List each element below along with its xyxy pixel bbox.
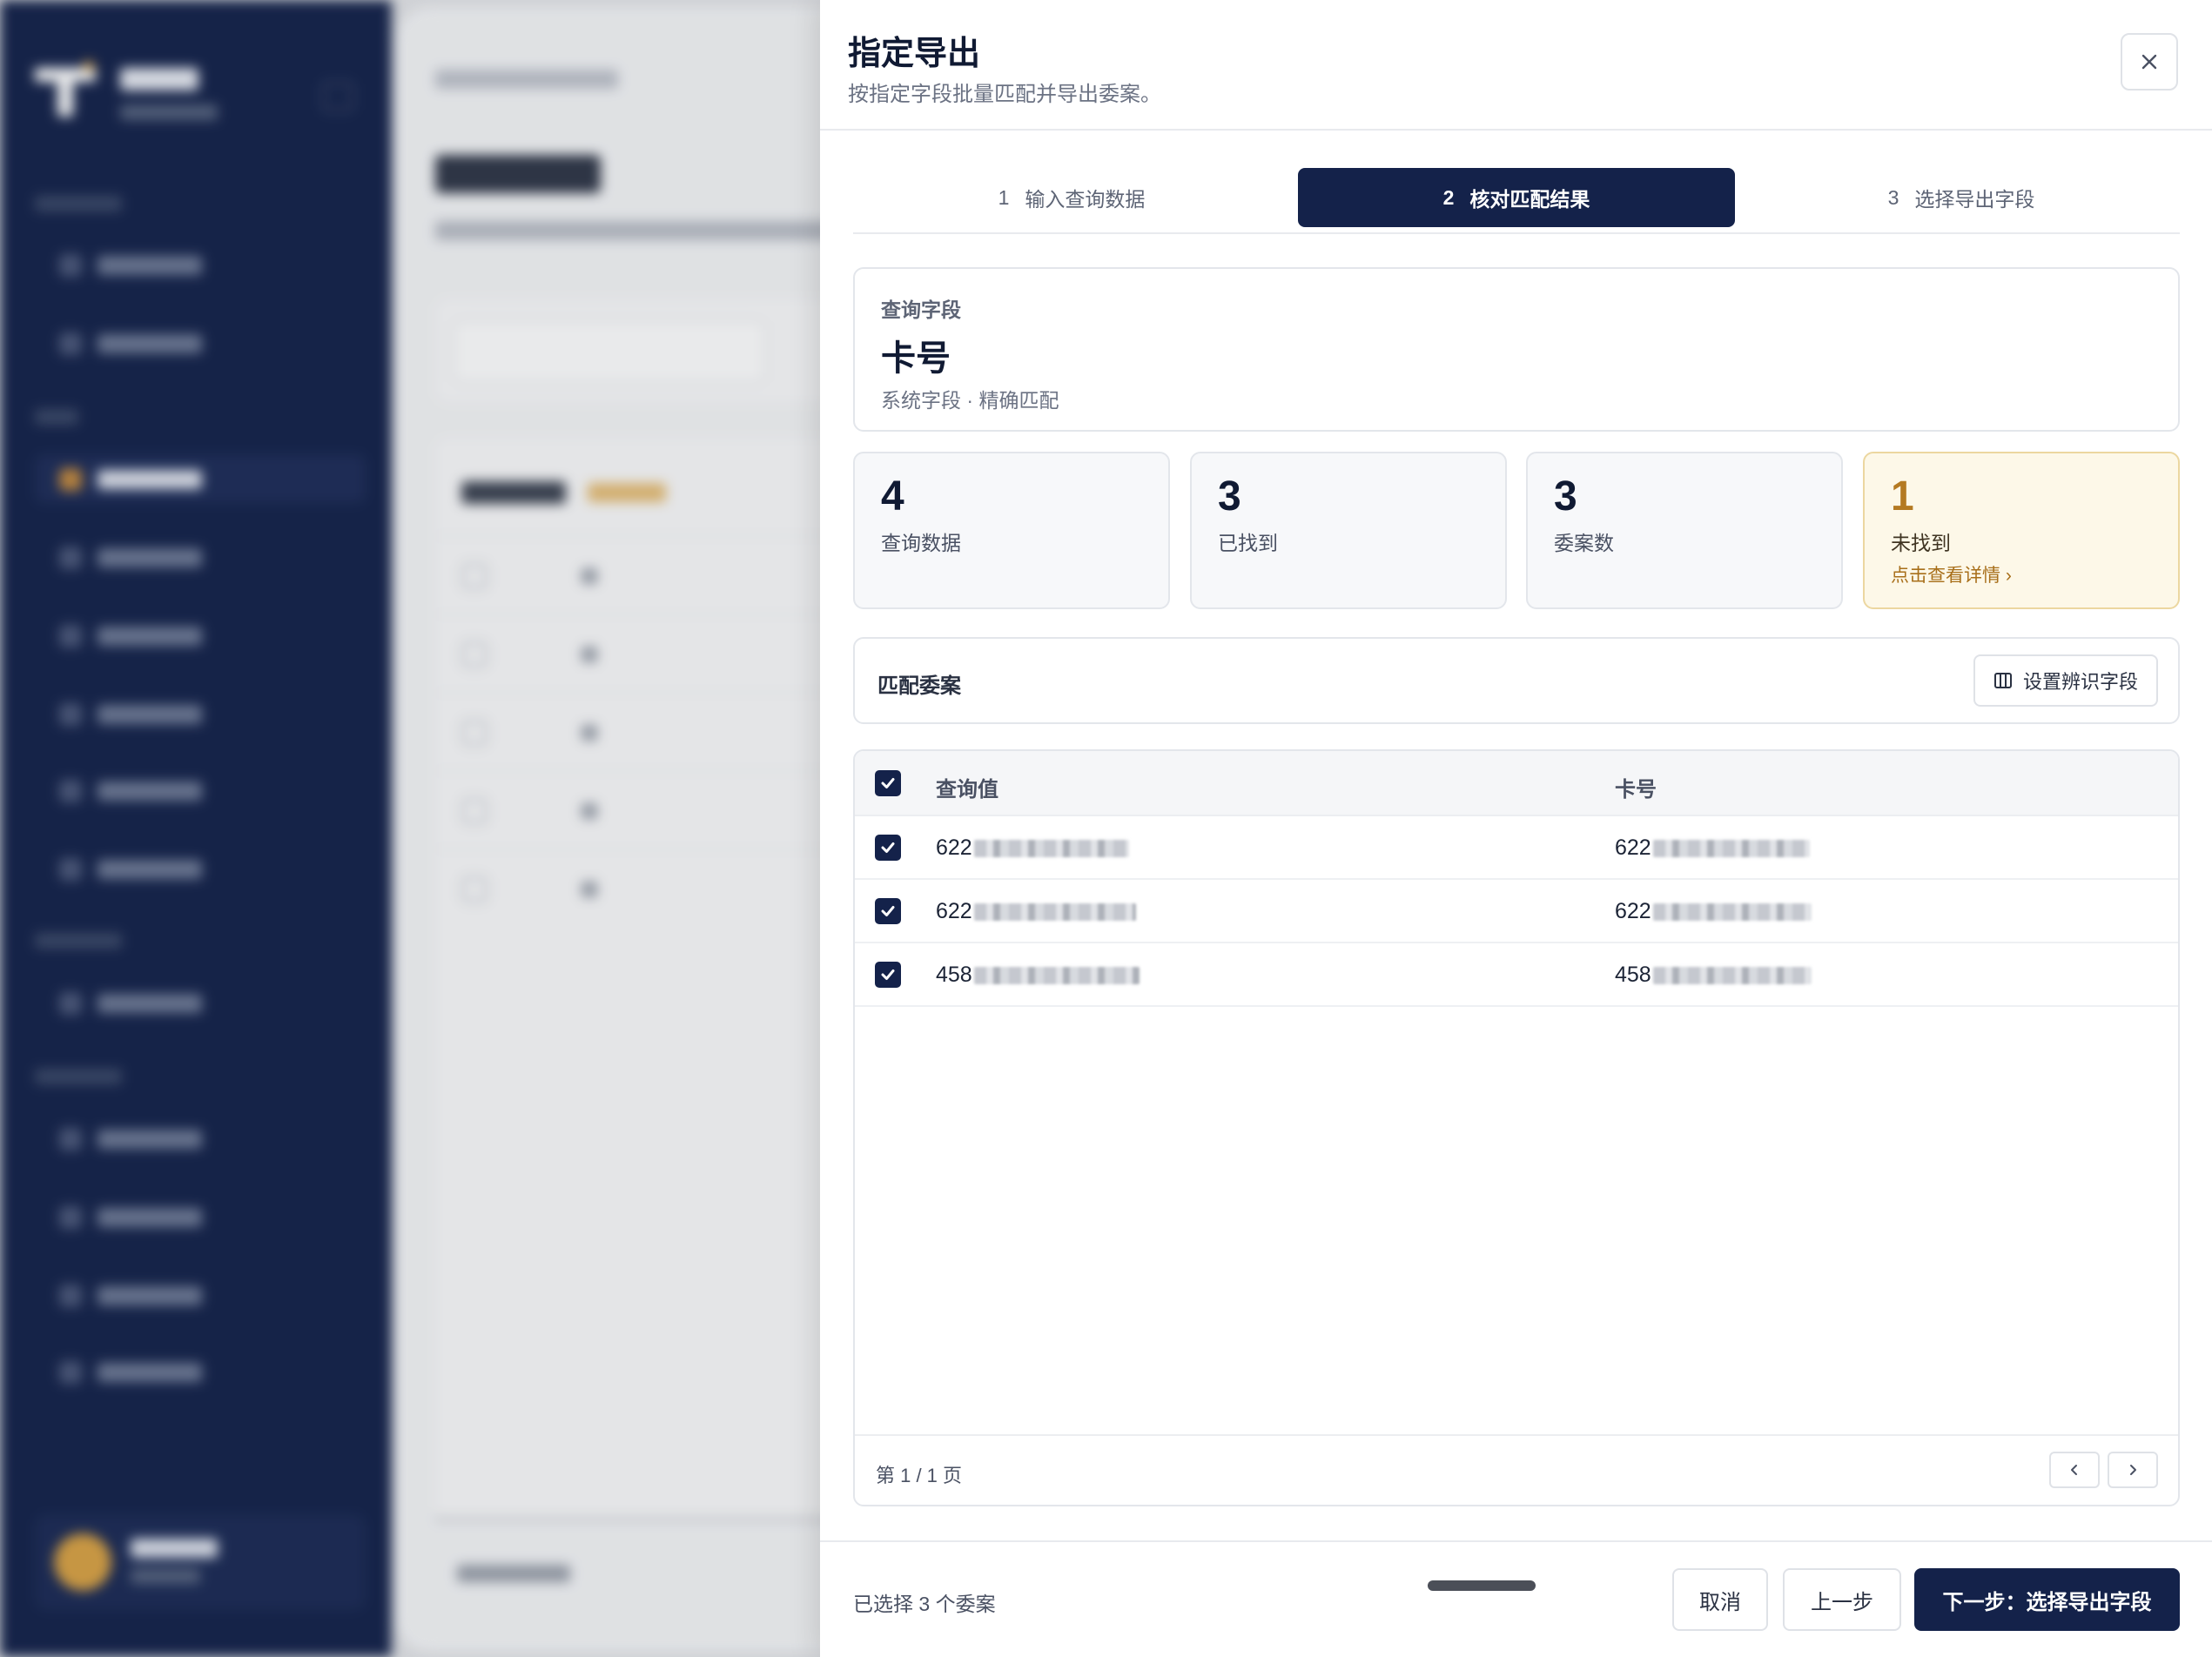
drawer-subtitle: 按指定字段批量匹配并导出委案。 [848,83,1161,106]
stat-label: 委案数 [1554,532,1614,554]
select-all-checkbox[interactable] [875,770,901,796]
card-no-prefix: 458 [1615,963,1651,987]
step-select-fields[interactable]: 3 选择导出字段 [1743,168,2180,227]
cancel-button[interactable]: 取消 [1672,1568,1768,1631]
drag-handle[interactable] [1428,1580,1536,1591]
redacted-digits [1652,966,1812,984]
table-row[interactable]: 622 622 [855,880,2178,943]
matched-cases-header: 匹配委案 设置辨识字段 [853,637,2180,724]
step-number: 3 [1887,185,1899,209]
matched-cases-table: 查询值 卡号 622 622 622 622 458 458 第 1 / 1 页 [853,749,2180,1506]
export-drawer: 指定导出 按指定字段批量匹配并导出委案。 1 输入查询数据 2 核对匹配结果 3… [820,0,2212,1657]
table-row[interactable]: 458 458 [855,943,2178,1007]
step-number: 1 [998,185,1010,209]
query-value-prefix: 622 [936,899,972,923]
cell-query-value: 622 [936,899,1136,924]
set-identifier-fields-button[interactable]: 设置辨识字段 [1973,654,2158,707]
card-no-prefix: 622 [1615,835,1651,860]
query-field-value: 卡号 [881,339,951,378]
drawer-header: 指定导出 按指定字段批量匹配并导出委案。 [820,0,2212,131]
check-icon [881,778,895,788]
stat-value: 3 [1554,473,1577,520]
prev-page-button[interactable] [2049,1452,2100,1488]
step-verify-results[interactable]: 2 核对匹配结果 [1298,168,1735,227]
drawer-footer: 已选择 3 个委案 取消 上一步 下一步：选择导出字段 [820,1540,2212,1657]
check-icon [881,969,895,980]
chevron-left-icon [2071,1465,2077,1475]
check-icon [881,906,895,916]
query-field-card: 查询字段 卡号 系统字段 · 精确匹配 [853,267,2180,432]
page-indicator: 第 1 / 1 页 [876,1465,963,1486]
card-no-prefix: 622 [1615,899,1651,923]
close-button[interactable] [2121,33,2178,91]
stat-query-count: 4 查询数据 [853,452,1170,609]
redacted-digits [973,966,1140,984]
stat-found: 3 已找到 [1190,452,1507,609]
chevron-right-icon [2130,1465,2136,1475]
stat-label: 查询数据 [881,532,961,554]
close-icon [2141,54,2157,70]
columns-icon [1993,673,2012,688]
next-page-button[interactable] [2108,1452,2158,1488]
set-identifier-fields-label: 设置辨识字段 [2022,671,2138,693]
redacted-digits [1652,902,1812,921]
stat-label: 已找到 [1218,532,1278,554]
cell-card-no: 622 [1615,899,1812,924]
check-icon [881,842,895,853]
redacted-digits [973,902,1136,921]
table-pagination: 第 1 / 1 页 [855,1434,2178,1505]
cell-query-value: 458 [936,963,1140,988]
row-checkbox[interactable] [875,835,901,861]
view-details-link[interactable]: 点击查看详情 › [1891,561,2012,587]
stat-value: 3 [1218,473,1241,520]
previous-step-button[interactable]: 上一步 [1783,1568,1901,1631]
header-card-no: 卡号 [1615,778,1657,802]
stat-not-found[interactable]: 1 未找到 点击查看详情 › [1863,452,2180,609]
redacted-digits [1652,839,1810,857]
stepper: 1 输入查询数据 2 核对匹配结果 3 选择导出字段 [853,168,2180,234]
header-query-value: 查询值 [936,778,998,802]
step-label: 输入查询数据 [1025,188,1146,211]
query-value-prefix: 458 [936,963,972,987]
matched-cases-title: 匹配委案 [877,674,961,698]
row-checkbox[interactable] [875,962,901,988]
step-input-data[interactable]: 1 输入查询数据 [853,168,1290,227]
step-number: 2 [1442,185,1455,209]
row-checkbox[interactable] [875,898,901,924]
step-label: 核对匹配结果 [1469,188,1590,211]
stat-case-count: 3 委案数 [1526,452,1843,609]
stat-value: 4 [881,473,904,520]
step-label: 选择导出字段 [1914,188,2035,211]
table-header: 查询值 卡号 [855,751,2178,816]
query-field-desc: 系统字段 · 精确匹配 [881,389,1059,412]
next-step-button[interactable]: 下一步：选择导出字段 [1914,1568,2180,1631]
cell-card-no: 458 [1615,963,1812,988]
cell-query-value: 622 [936,835,1129,861]
selected-count-text: 已选择 3 个委案 [853,1593,996,1615]
table-row[interactable]: 622 622 [855,816,2178,880]
cell-card-no: 622 [1615,835,1810,861]
redacted-digits [973,839,1129,857]
drawer-title: 指定导出 [848,36,981,72]
query-field-label: 查询字段 [881,299,961,321]
stat-value: 1 [1891,473,1914,520]
stat-label: 未找到 [1891,532,1951,554]
query-value-prefix: 622 [936,835,972,860]
